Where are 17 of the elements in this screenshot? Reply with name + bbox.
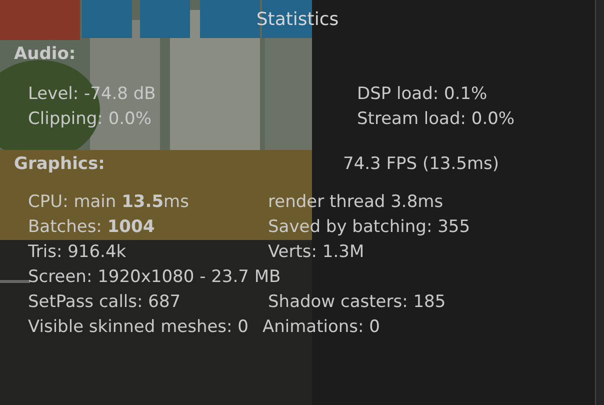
stat-text: Visible skinned meshes: 0: [28, 316, 248, 339]
stat-text: Stream load: 0.0%: [357, 108, 515, 131]
stat-text: DSP load: 0.1%: [357, 83, 488, 106]
stat-text: Tris: 916.4k: [28, 241, 126, 264]
stat-text: Batches: 1004: [28, 216, 155, 239]
stat-text: SetPass calls: 687: [28, 291, 181, 314]
stat-text: CPU: main 13.5ms: [28, 191, 189, 214]
fps-text: 74.3 FPS (13.5ms): [343, 153, 500, 176]
stat-text: Screen: 1920x1080 - 23.7 MB: [28, 267, 281, 287]
section-heading: Audio:: [14, 43, 76, 66]
stat-text: Animations: 0: [262, 316, 380, 339]
section-heading: Graphics:: [14, 153, 105, 176]
stat-text: Clipping: 0.0%: [28, 108, 152, 131]
stat-text: Saved by batching: 355: [268, 216, 470, 239]
stat-text: Verts: 1.3M: [268, 241, 364, 264]
stat-text: Shadow casters: 185: [268, 291, 446, 314]
stat-text: render thread 3.8ms: [268, 191, 444, 214]
